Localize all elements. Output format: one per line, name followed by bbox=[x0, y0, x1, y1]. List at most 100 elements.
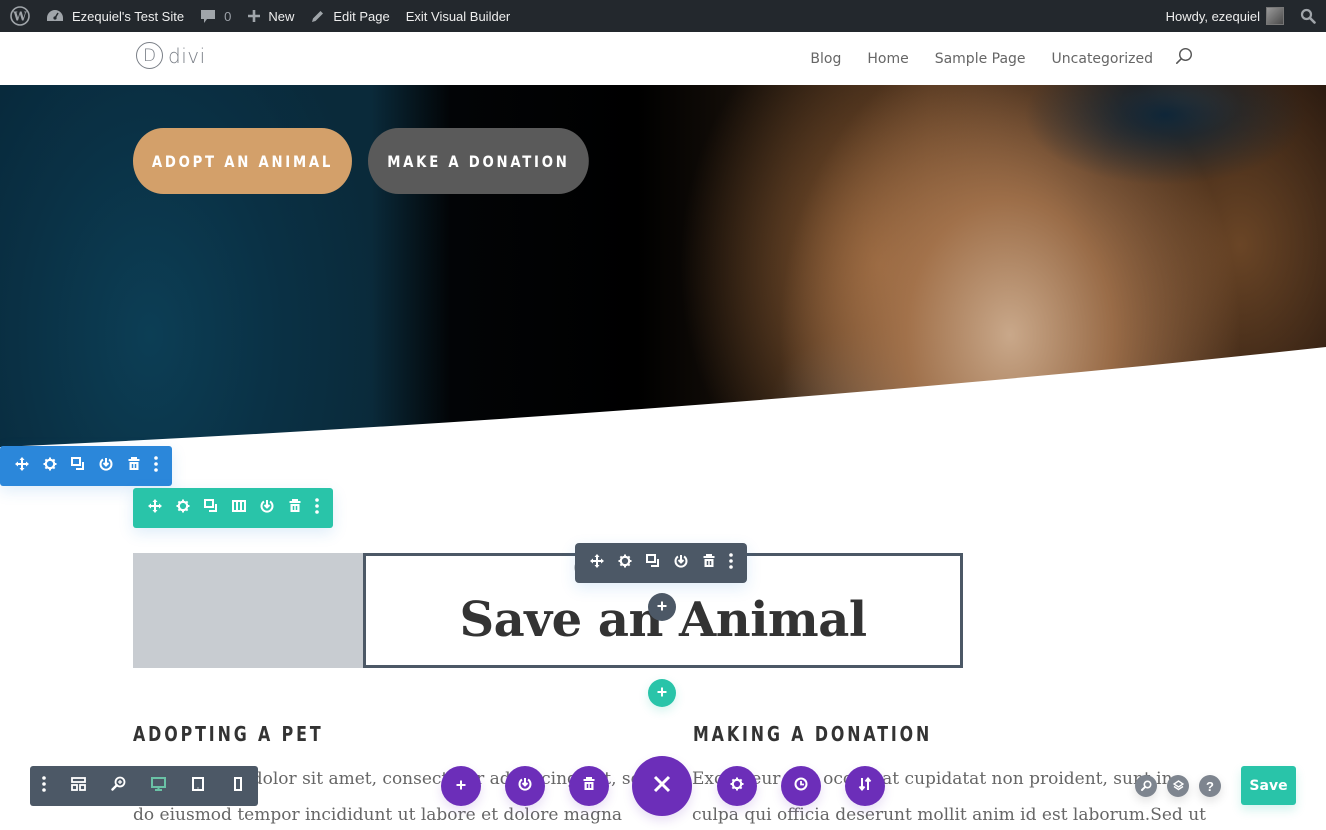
layers-icon bbox=[1172, 779, 1184, 794]
desktop-view-button[interactable] bbox=[138, 766, 178, 806]
section-toolbar bbox=[0, 446, 172, 486]
text-line: Excepteur sint occaecat cupidatat non pr… bbox=[692, 769, 1173, 789]
move-button[interactable] bbox=[8, 446, 36, 486]
view-mode-toolbar bbox=[30, 766, 258, 806]
more-button[interactable] bbox=[309, 488, 325, 528]
nav-item-home[interactable]: Home bbox=[867, 51, 908, 67]
my-account-link[interactable]: Howdy, ezequiel bbox=[1158, 0, 1292, 32]
help-icon: ? bbox=[1206, 778, 1214, 794]
find-replace-button[interactable] bbox=[1135, 775, 1157, 797]
more-vertical-icon bbox=[729, 552, 733, 574]
avatar bbox=[1266, 7, 1284, 25]
plus-icon bbox=[657, 684, 667, 702]
image-module-placeholder[interactable] bbox=[133, 553, 365, 668]
column-heading-donation: Making a Donation bbox=[693, 722, 933, 746]
duplicate-button[interactable] bbox=[197, 488, 225, 528]
more-vertical-icon bbox=[315, 497, 319, 519]
duplicate-icon bbox=[204, 498, 218, 518]
edit-page-label: Edit Page bbox=[333, 8, 390, 24]
delete-button[interactable] bbox=[695, 543, 723, 583]
text-line: culpa qui officia deserunt mollit anim i… bbox=[692, 805, 1206, 825]
zoom-icon bbox=[110, 776, 126, 796]
settings-button[interactable] bbox=[169, 488, 197, 528]
move-button[interactable] bbox=[583, 543, 611, 583]
download-icon bbox=[260, 499, 274, 518]
more-button[interactable] bbox=[723, 543, 739, 583]
site-name-link[interactable]: Ezequiel's Test Site bbox=[38, 0, 192, 32]
download-icon bbox=[674, 554, 688, 573]
duplicate-button[interactable] bbox=[64, 446, 92, 486]
close-icon bbox=[653, 775, 671, 798]
page-settings-button[interactable] bbox=[717, 766, 757, 806]
clear-layout-button[interactable] bbox=[569, 766, 609, 806]
pencil-icon bbox=[310, 9, 325, 24]
gear-icon bbox=[43, 457, 57, 476]
columns-button[interactable] bbox=[225, 488, 253, 528]
save-page-to-library-button[interactable] bbox=[505, 766, 545, 806]
plus-icon bbox=[247, 9, 261, 23]
close-page-settings-button[interactable] bbox=[632, 756, 692, 816]
delete-button[interactable] bbox=[120, 446, 148, 486]
column-text-donation: Excepteur sint occaecat cupidatat non pr… bbox=[692, 761, 1206, 830]
trash-icon bbox=[582, 776, 596, 796]
adopt-an-animal-button[interactable]: Adopt an Animal bbox=[133, 128, 352, 194]
header-search-button[interactable] bbox=[1175, 47, 1193, 70]
wireframe-view-button[interactable] bbox=[58, 766, 98, 806]
column-heading-adopting: Adopting a Pet bbox=[133, 722, 324, 746]
logo-mark: D bbox=[136, 42, 163, 69]
save-to-library-button[interactable] bbox=[253, 488, 281, 528]
admin-search-button[interactable] bbox=[1292, 0, 1326, 32]
more-button[interactable] bbox=[148, 446, 164, 486]
dashboard-icon bbox=[46, 8, 64, 24]
builder-menu-button[interactable] bbox=[30, 766, 58, 806]
move-icon bbox=[15, 456, 29, 476]
history-button[interactable] bbox=[781, 766, 821, 806]
delete-button[interactable] bbox=[281, 488, 309, 528]
portability-button[interactable] bbox=[845, 766, 885, 806]
zoom-view-button[interactable] bbox=[98, 766, 138, 806]
duplicate-icon bbox=[71, 456, 85, 476]
new-label: New bbox=[268, 8, 295, 24]
search-icon bbox=[1300, 8, 1316, 24]
download-icon bbox=[518, 777, 532, 796]
wp-admin-bar: W Ezequiel's Test Site 0 New Edit Page E… bbox=[0, 0, 1326, 32]
make-a-donation-button[interactable]: Make a Donation bbox=[368, 128, 589, 194]
main-nav: Blog Home Sample Page Uncategorized bbox=[784, 32, 1193, 85]
settings-button[interactable] bbox=[36, 446, 64, 486]
layers-button[interactable] bbox=[1167, 775, 1189, 797]
tablet-view-button[interactable] bbox=[178, 766, 218, 806]
save-to-library-button[interactable] bbox=[667, 543, 695, 583]
edit-page-link[interactable]: Edit Page bbox=[302, 0, 397, 32]
exit-visual-builder-label: Exit Visual Builder bbox=[405, 8, 511, 24]
save-to-library-button[interactable] bbox=[92, 446, 120, 486]
phone-view-button[interactable] bbox=[218, 766, 258, 806]
site-logo[interactable]: D divi bbox=[136, 42, 206, 69]
nav-item-sample-page[interactable]: Sample Page bbox=[935, 51, 1026, 67]
phone-icon bbox=[234, 776, 242, 796]
add-row-button[interactable] bbox=[648, 679, 676, 707]
move-button[interactable] bbox=[141, 488, 169, 528]
nav-item-uncategorized[interactable]: Uncategorized bbox=[1052, 51, 1153, 67]
module-toolbar bbox=[575, 543, 747, 583]
download-icon bbox=[99, 457, 113, 476]
wordpress-logo-button[interactable]: W bbox=[2, 0, 38, 32]
comment-icon bbox=[200, 8, 216, 24]
move-icon bbox=[590, 553, 604, 573]
settings-button[interactable] bbox=[611, 543, 639, 583]
move-icon bbox=[148, 498, 162, 518]
save-button[interactable]: Save bbox=[1241, 766, 1296, 805]
add-module-button[interactable] bbox=[648, 593, 676, 621]
exit-visual-builder-link[interactable]: Exit Visual Builder bbox=[398, 0, 519, 32]
add-from-library-button[interactable] bbox=[441, 766, 481, 806]
gear-icon bbox=[176, 499, 190, 518]
svg-text:W: W bbox=[12, 10, 27, 24]
new-content-link[interactable]: New bbox=[239, 0, 302, 32]
search-icon bbox=[1140, 779, 1152, 794]
comments-link[interactable]: 0 bbox=[192, 0, 239, 32]
more-vertical-icon bbox=[42, 775, 46, 797]
site-name: Ezequiel's Test Site bbox=[72, 8, 185, 24]
help-button[interactable]: ? bbox=[1199, 775, 1221, 797]
duplicate-button[interactable] bbox=[639, 543, 667, 583]
site-header: D divi Blog Home Sample Page Uncategoriz… bbox=[0, 32, 1326, 85]
nav-item-blog[interactable]: Blog bbox=[810, 51, 841, 67]
